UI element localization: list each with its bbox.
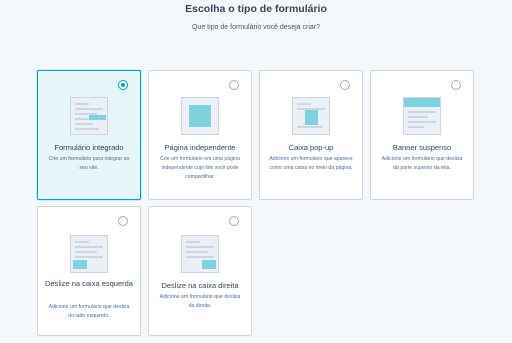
form-type-card-embedded[interactable]: Formulário integrado Crie um formulário … — [37, 70, 141, 200]
page-subtitle: Que tipo de formulário você deseja criar… — [191, 24, 320, 31]
card-desc-standalone: Crie um formulário em uma página indepen… — [160, 156, 240, 180]
radio-slide-right[interactable] — [229, 216, 239, 226]
form-type-chooser: Escolha o tipo de formulário Que tipo de… — [0, 0, 512, 343]
card-desc-slide-left: Adicione um formulário que desliza do la… — [48, 304, 130, 319]
standalone-page-icon — [181, 97, 219, 135]
slide-in-left-icon — [70, 235, 108, 273]
popup-box-icon — [292, 97, 330, 135]
embedded-form-icon — [70, 97, 108, 135]
card-desc-embedded: Crie um formulário para integrar ao seu … — [48, 156, 130, 171]
slide-in-right-icon — [181, 235, 219, 273]
dropdown-banner-icon — [403, 97, 441, 135]
radio-embedded[interactable] — [118, 80, 128, 90]
card-title-slide-left: Deslize na caixa esquerda — [45, 279, 133, 288]
form-type-card-slide-left[interactable]: Deslize na caixa esquerda Adicione um fo… — [37, 206, 141, 336]
form-type-card-banner[interactable]: Banner suspenso Adicione um formulário q… — [370, 70, 474, 200]
card-title-banner: Banner suspenso — [392, 143, 452, 152]
radio-popup[interactable] — [340, 80, 350, 90]
form-type-card-popup[interactable]: Caixa pop-up Adicione um formulário que … — [259, 70, 363, 200]
radio-banner[interactable] — [451, 80, 461, 90]
card-desc-slide-right: Adicione um formulário que desliza da di… — [159, 294, 241, 309]
card-desc-popup: Adicione um formulário que aparece como … — [269, 156, 353, 171]
card-title-popup: Caixa pop-up — [288, 143, 334, 152]
form-type-card-slide-right[interactable]: Deslize na caixa direita Adicione um for… — [148, 206, 252, 336]
card-desc-banner: Adicione um formulário que desliza da pa… — [381, 156, 463, 171]
card-title-standalone: Página independente — [164, 143, 236, 152]
radio-slide-left[interactable] — [118, 216, 128, 226]
page-title: Escolha o tipo de formulário — [185, 3, 327, 15]
radio-standalone[interactable] — [229, 80, 239, 90]
card-title-slide-right: Deslize na caixa direita — [161, 281, 239, 290]
card-title-embedded: Formulário integrado — [54, 143, 124, 152]
form-type-card-standalone[interactable]: Página independente Crie um formulário e… — [148, 70, 252, 200]
